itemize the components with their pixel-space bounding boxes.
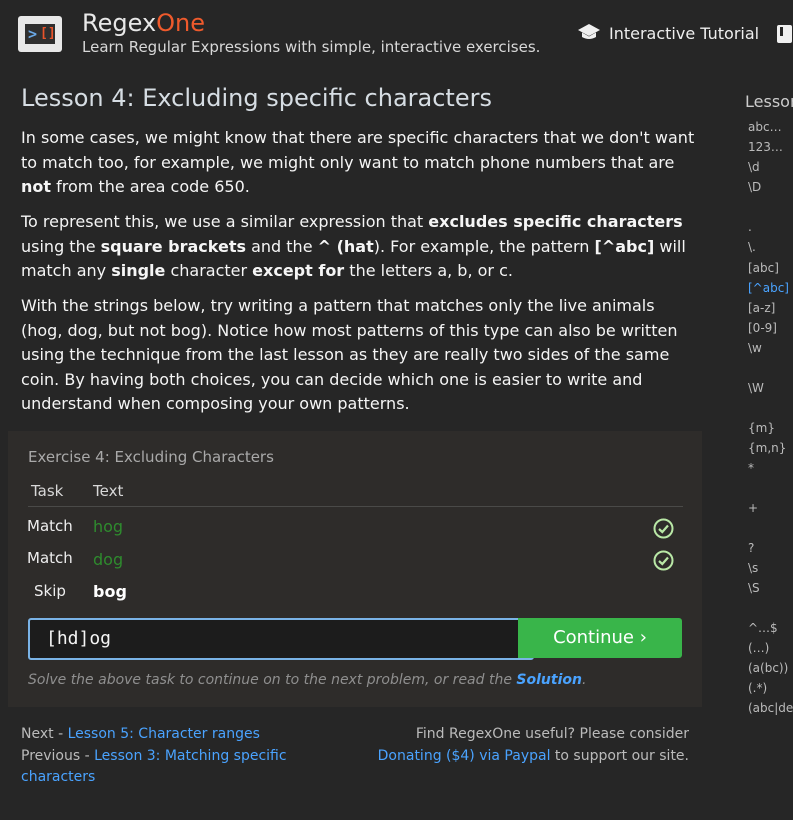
sidebar-lesson-item[interactable]: \s bbox=[748, 561, 758, 575]
p2-bold-square-brackets: square brackets bbox=[100, 236, 246, 256]
continue-button[interactable]: Continue › bbox=[518, 618, 682, 658]
donate-prefix: Find RegexOne useful? Please consider bbox=[415, 726, 689, 742]
lesson-navigation: Next - Lesson 5: Character ranges Previo… bbox=[21, 724, 311, 789]
sidebar-lesson-item[interactable]: (…) bbox=[748, 641, 769, 655]
donate-suffix: to support our site. bbox=[550, 747, 689, 764]
lesson-paragraph-3: With the strings below, try writing a pa… bbox=[21, 296, 678, 413]
sidebar-lesson-item[interactable]: \S bbox=[748, 581, 760, 595]
donation-note: Find RegexOne useful? Please consider Do… bbox=[370, 724, 689, 767]
p2-bold-pattern: [^abc] bbox=[594, 236, 655, 256]
sidebar-lesson-item[interactable]: [a-z] bbox=[748, 301, 775, 315]
lesson-paragraph-2: To represent this, we use a similar expr… bbox=[21, 210, 696, 284]
p2-text-d: ). For example, the pattern bbox=[373, 236, 595, 256]
sidebar-lesson-item[interactable]: [abc] bbox=[748, 261, 779, 275]
p2-bold-except: except for bbox=[252, 261, 345, 280]
sidebar-lesson-item[interactable]: {m,n} bbox=[748, 441, 786, 455]
p2-bold-hat: ^ (hat bbox=[317, 236, 374, 256]
column-header-text: Text bbox=[93, 482, 124, 500]
p2-text-c: and the bbox=[246, 236, 318, 256]
p2-text-a: To represent this, we use a similar expr… bbox=[21, 212, 429, 231]
task-text: dog bbox=[93, 550, 124, 569]
sidebar-lesson-item[interactable]: \w bbox=[748, 341, 762, 355]
donate-link[interactable]: Donating ($4) via Paypal bbox=[378, 748, 551, 764]
hint-text: Solve the above task to continue on to t… bbox=[28, 672, 517, 688]
sidebar-lesson-item[interactable]: 123… bbox=[748, 140, 783, 154]
exercise-hint: Solve the above task to continue on to t… bbox=[28, 672, 586, 688]
sidebar-lesson-item[interactable]: \d bbox=[748, 160, 760, 174]
p1-text-a: In some cases, we might know that there … bbox=[21, 128, 695, 172]
logo[interactable]: > [] bbox=[18, 16, 62, 52]
column-header-task: Task bbox=[31, 482, 64, 500]
tagline: Learn Regular Expressions with simple, i… bbox=[82, 38, 541, 56]
exercise-panel: Exercise 4: Excluding Characters Task Te… bbox=[8, 431, 702, 707]
sidebar-lesson-item[interactable]: [^abc] bbox=[748, 281, 789, 295]
hint-end: . bbox=[581, 672, 587, 688]
lesson-title: Lesson 4: Excluding specific characters bbox=[21, 84, 492, 112]
sidebar-lesson-item[interactable]: (abc|def) bbox=[748, 701, 793, 715]
p1-bold-not: not bbox=[21, 177, 52, 196]
sidebar-lesson-item[interactable]: ^…$ bbox=[748, 621, 778, 635]
p2-bold-excludes: excludes specific characters bbox=[428, 212, 683, 231]
logo-prompt-glyph: > bbox=[28, 25, 38, 43]
task-text: hog bbox=[93, 517, 124, 536]
next-prefix: Next - bbox=[21, 726, 68, 742]
sidebar-lesson-item[interactable]: \. bbox=[748, 240, 756, 254]
sidebar-lesson-item[interactable]: ? bbox=[748, 541, 754, 555]
logo-brackets-glyph: [] bbox=[40, 26, 56, 41]
graduation-cap-icon bbox=[578, 24, 600, 39]
next-lesson-line: Next - Lesson 5: Character ranges bbox=[21, 724, 311, 746]
previous-lesson-line: Previous - Lesson 3: Matching specific c… bbox=[21, 746, 311, 789]
sidebar-lesson-item[interactable]: \W bbox=[748, 381, 764, 395]
book-icon[interactable] bbox=[776, 24, 793, 44]
check-circle-icon bbox=[653, 518, 674, 539]
p2-bold-single: single bbox=[111, 261, 166, 280]
p1-text-b: from the area code 650. bbox=[51, 177, 250, 196]
sidebar-lesson-item[interactable]: [0-9] bbox=[748, 321, 777, 335]
brand-accent: One bbox=[156, 9, 206, 37]
sidebar-lesson-item[interactable]: abc… bbox=[748, 120, 782, 134]
sidebar-lesson-item[interactable]: + bbox=[748, 501, 758, 515]
previous-prefix: Previous - bbox=[21, 747, 95, 764]
brand-name[interactable]: RegexOne bbox=[82, 9, 205, 37]
p2-text-g: the letters a, b, or c. bbox=[344, 261, 513, 280]
exercise-title: Exercise 4: Excluding Characters bbox=[28, 448, 274, 466]
lesson-paragraph-1: In some cases, we might know that there … bbox=[21, 126, 696, 200]
check-circle-icon bbox=[653, 550, 674, 571]
sidebar-lesson-item[interactable]: * bbox=[748, 461, 754, 475]
table-header-divider bbox=[28, 506, 683, 507]
sidebar-lesson-item[interactable]: \D bbox=[748, 180, 761, 194]
sidebar-lesson-item[interactable]: {m} bbox=[748, 421, 775, 435]
sidebar-lesson-item[interactable]: (a(bc)) bbox=[748, 661, 788, 675]
sidebar-title: Lesson bbox=[745, 92, 793, 111]
task-text: bog bbox=[93, 582, 127, 601]
solution-link[interactable]: Solution bbox=[516, 672, 582, 688]
donate-line: Donating ($4) via Paypal to support our … bbox=[370, 746, 689, 768]
p2-text-f: character bbox=[165, 261, 253, 280]
next-lesson-link[interactable]: Lesson 5: Character ranges bbox=[68, 726, 260, 742]
logo-mark: > [] bbox=[25, 24, 56, 44]
regex-input[interactable]: [hd]og bbox=[28, 618, 534, 660]
nav-tutorial-label: Interactive Tutorial bbox=[609, 23, 760, 43]
nav-interactive-tutorial[interactable]: Interactive Tutorial bbox=[577, 23, 759, 43]
sidebar-lesson-item[interactable]: (.*) bbox=[748, 681, 767, 695]
p2-text-b: using the bbox=[21, 236, 101, 256]
brand-main: Regex bbox=[82, 9, 157, 37]
sidebar-lesson-item[interactable]: . bbox=[748, 220, 752, 234]
